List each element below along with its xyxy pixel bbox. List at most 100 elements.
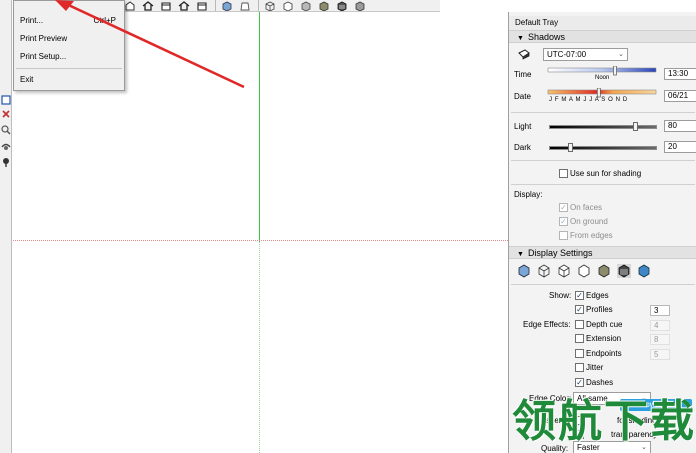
on-ground-label: On ground	[570, 217, 608, 226]
profiles-checkbox[interactable]: ✓	[575, 305, 584, 314]
display-label: Display:	[514, 190, 543, 199]
xray-style-icon[interactable]	[219, 0, 235, 12]
red-axis-dotted-line	[13, 240, 508, 241]
shadows-section-header[interactable]: ▼ Shadows	[509, 30, 696, 43]
month-scale-labels: J F M A M J J A S O N D	[549, 97, 628, 103]
side-view-icon[interactable]	[194, 0, 210, 12]
menu-item-print-preview[interactable]: Print Preview	[20, 34, 67, 43]
depth-cue-label: Depth cue	[586, 320, 623, 329]
shaded-style-icon[interactable]	[298, 0, 314, 12]
profiles-value-field[interactable]: 3	[650, 305, 670, 316]
menu-item-print[interactable]: Print...	[20, 16, 43, 25]
dashes-label: Dashes	[586, 378, 614, 387]
dark-field[interactable]: 20	[664, 141, 696, 153]
menu-item-exit[interactable]: Exit	[20, 75, 33, 84]
zoom-tool-icon[interactable]	[0, 124, 12, 136]
collapse-triangle-icon: ▼	[517, 35, 524, 42]
dashes-checkbox[interactable]: ✓	[575, 378, 584, 387]
display-settings-section-header[interactable]: ▼ Display Settings	[509, 246, 696, 259]
jitter-checkbox[interactable]	[575, 363, 584, 372]
light-label: Light	[514, 122, 532, 131]
shaded-face-style-icon[interactable]	[577, 264, 591, 278]
light-slider-thumb[interactable]	[633, 122, 638, 131]
section-divider	[511, 112, 695, 113]
jitter-label: Jitter	[586, 363, 604, 372]
front-view-icon[interactable]	[176, 0, 192, 12]
menu-item-print-setup[interactable]: Print Setup...	[20, 52, 66, 61]
eraser-tool-icon[interactable]	[0, 108, 12, 120]
textured-face-style-icon[interactable]	[597, 264, 611, 278]
watermark-char: 领	[512, 397, 556, 446]
hidden-line-style-icon[interactable]	[280, 0, 296, 12]
depth-cue-checkbox[interactable]	[575, 320, 584, 329]
wireframe-face-style-icon[interactable]	[537, 264, 551, 278]
shaded-textures-style-icon[interactable]	[316, 0, 332, 12]
endpoints-value-field[interactable]: 5	[650, 349, 670, 360]
top-toolbar	[120, 0, 440, 12]
dark-slider-track[interactable]	[549, 146, 657, 150]
section-divider	[511, 284, 695, 285]
back-edges-style-icon[interactable]	[237, 0, 253, 12]
home-view-icon[interactable]	[140, 0, 156, 12]
endpoints-label: Endpoints	[586, 349, 622, 358]
date-field[interactable]: 06/21	[664, 90, 696, 102]
xray-face-style-icon[interactable]	[517, 264, 531, 278]
section-divider	[511, 160, 695, 161]
select-tool-icon[interactable]	[0, 94, 12, 106]
date-slider-thumb[interactable]	[596, 88, 601, 98]
extension-value-field[interactable]: 8	[650, 334, 670, 345]
left-toolbar	[0, 0, 12, 453]
shadow-toggle-icon[interactable]	[517, 48, 531, 60]
on-faces-checkbox[interactable]: ✓	[559, 203, 568, 212]
light-slider-track[interactable]	[549, 125, 657, 129]
from-edges-checkbox[interactable]	[559, 231, 568, 240]
date-label: Date	[514, 92, 531, 101]
menu-separator	[16, 68, 122, 69]
monochrome-style-icon[interactable]	[334, 0, 350, 12]
endpoints-checkbox[interactable]	[575, 349, 584, 358]
tray-title: Default Tray	[509, 16, 696, 30]
extension-checkbox[interactable]	[575, 334, 584, 343]
on-faces-label: On faces	[570, 203, 603, 212]
dark-slider-thumb[interactable]	[568, 143, 573, 152]
dark-label: Dark	[514, 143, 531, 152]
date-slider-track	[547, 89, 657, 95]
extension-label: Extension	[586, 334, 622, 343]
time-marker-label: Noon	[595, 75, 610, 81]
section-divider	[511, 184, 695, 185]
shadows-header-label: Shadows	[527, 32, 565, 42]
light-field[interactable]: 80	[664, 120, 696, 132]
use-sun-label: Use sun for shading	[570, 169, 642, 178]
watermark-char: 载	[650, 397, 694, 446]
time-slider-thumb[interactable]	[613, 66, 617, 76]
blue-face-style-icon[interactable]	[637, 264, 651, 278]
chevron-down-icon: ⌄	[618, 51, 624, 58]
default-tray: Default Tray ▼ Shadows UTC-07:00 ⌄ Time N…	[508, 12, 696, 453]
monochrome-face-style-icon[interactable]	[617, 264, 631, 278]
time-label: Time	[514, 70, 532, 79]
orbit-tool-icon[interactable]	[0, 140, 12, 152]
depth-cue-value-field[interactable]: 4	[650, 320, 670, 331]
show-label: Show:	[549, 291, 572, 300]
wireframe-style-icon[interactable]	[262, 0, 278, 12]
time-slider-track	[547, 67, 657, 73]
green-axis-dotted-line	[259, 242, 260, 453]
display-settings-header-label: Display Settings	[527, 248, 593, 258]
edges-checkbox[interactable]: ✓	[575, 291, 584, 300]
time-field[interactable]: 13:30	[664, 68, 696, 80]
timezone-value: UTC-07:00	[547, 50, 587, 59]
on-ground-checkbox[interactable]: ✓	[559, 217, 568, 226]
green-axis-line	[259, 12, 260, 242]
file-menu-dropdown: Print... Ctrl+P Print Preview Print Setu…	[13, 0, 125, 91]
top-view-icon[interactable]	[158, 0, 174, 12]
pan-tool-icon[interactable]	[0, 156, 12, 168]
toolbar-divider	[258, 0, 259, 11]
use-sun-checkbox[interactable]	[559, 169, 568, 178]
timezone-select[interactable]: UTC-07:00 ⌄	[543, 48, 628, 61]
watermark-char: 航	[558, 397, 602, 446]
monochrome-alt-style-icon[interactable]	[352, 0, 368, 12]
from-edges-label: From edges	[570, 231, 613, 240]
watermark-char: 下	[604, 397, 648, 446]
hidden-line-face-style-icon[interactable]	[557, 264, 571, 278]
edges-label: Edges	[586, 291, 609, 300]
